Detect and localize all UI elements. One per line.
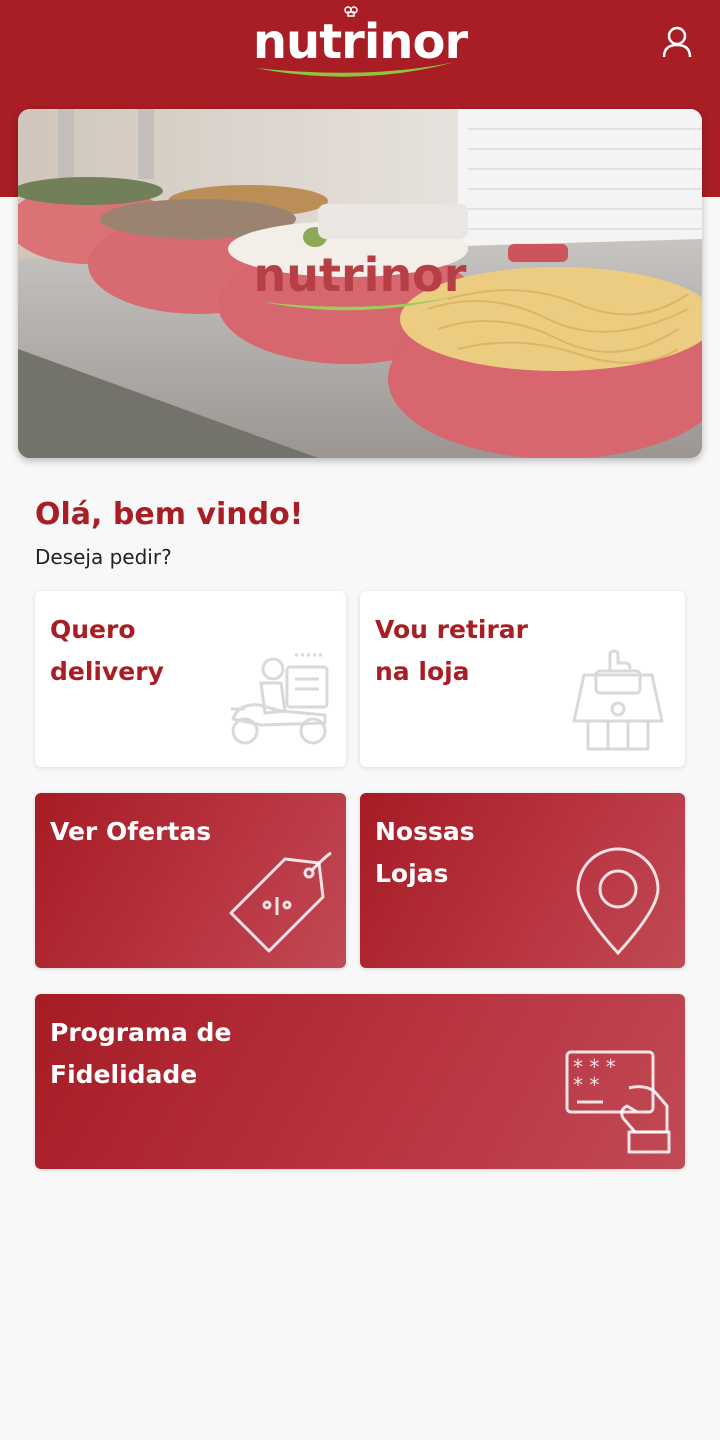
offers-card-title: Ver Ofertas bbox=[50, 817, 212, 846]
delivery-card-title: Quero delivery bbox=[50, 615, 164, 686]
buffet-photo: nutrinor bbox=[18, 109, 702, 458]
offers-card[interactable]: Ver Ofertas bbox=[35, 793, 346, 968]
greeting-title: Olá, bem vindo! bbox=[35, 497, 304, 532]
price-tag-icon bbox=[229, 851, 332, 953]
stores-card-title: Nossas Lojas bbox=[375, 817, 475, 888]
brand-swoosh bbox=[255, 62, 455, 77]
profile-button[interactable] bbox=[662, 26, 692, 58]
pickup-card-title: Vou retirar na loja bbox=[375, 615, 528, 686]
loyalty-card-title: Programa de Fidelidade bbox=[50, 1018, 232, 1089]
stores-card[interactable]: Nossas Lojas bbox=[360, 793, 685, 968]
store-pickup-icon bbox=[572, 649, 664, 751]
loyalty-card[interactable]: Programa de Fidelidade * * * * * bbox=[35, 994, 685, 1169]
brand-logo: nutrinor bbox=[0, 6, 720, 88]
hero-banner: nutrinor bbox=[18, 109, 702, 458]
delivery-card[interactable]: Quero delivery bbox=[35, 591, 346, 767]
order-question: Deseja pedir? bbox=[35, 545, 172, 569]
pickup-card[interactable]: Vou retirar na loja bbox=[360, 591, 685, 767]
svg-text:* *: * * bbox=[573, 1073, 599, 1097]
delivery-scooter-icon bbox=[231, 653, 329, 745]
loyalty-card-icon: * * * * * bbox=[565, 1050, 671, 1154]
map-pin-icon bbox=[576, 847, 660, 956]
